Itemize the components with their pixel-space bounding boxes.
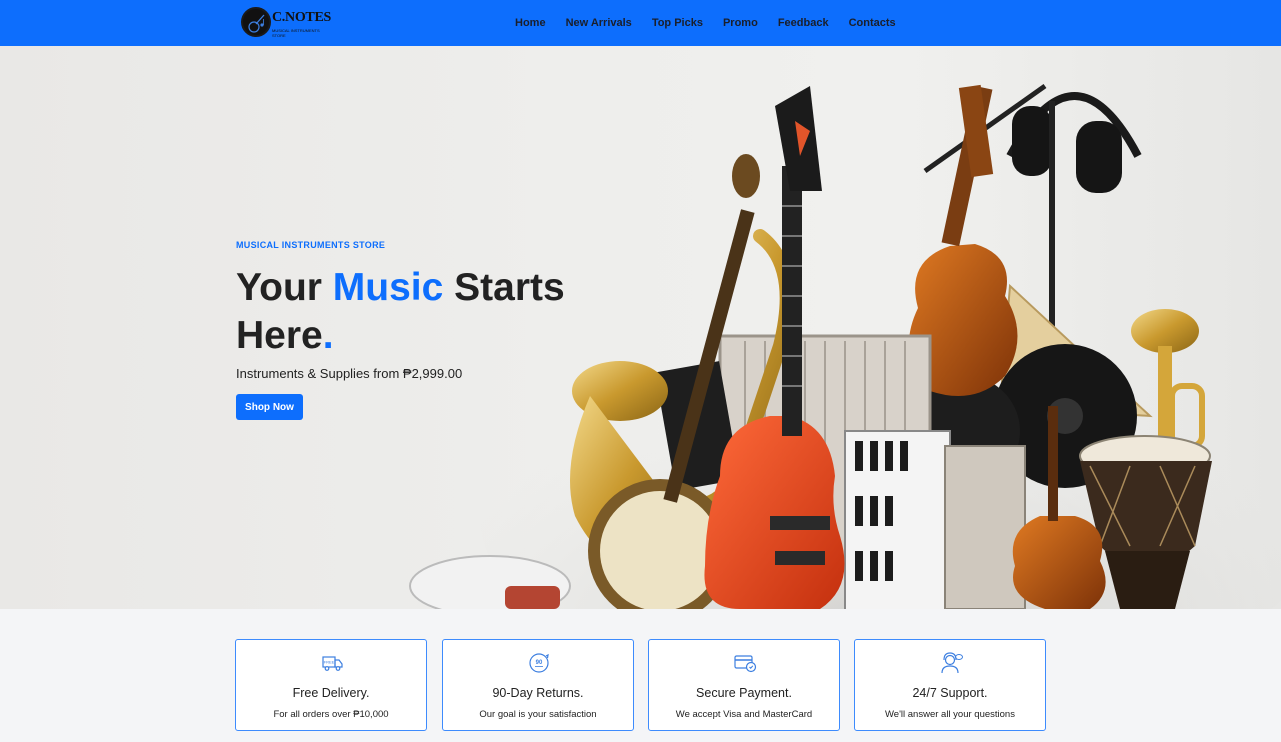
top-navbar: C.NOTES MUSICAL INSTRUMENTS STORE Home N… [0, 0, 1281, 46]
feature-title: 90-Day Returns. [492, 686, 584, 700]
support-agent-icon [941, 652, 963, 674]
feature-card-payment: Secure Payment. We accept Visa and Maste… [648, 639, 840, 731]
90-day-returns-icon: 90 [529, 653, 549, 673]
secure-payment-card-icon [734, 655, 757, 673]
hero-subtitle: Instruments & Supplies from ₱2,999.00 [236, 366, 463, 381]
hero-headline: Your Music Starts Here. [236, 264, 616, 360]
feature-card-delivery: FREE Free Delivery. For all orders over … [235, 639, 427, 731]
guitar-logo-icon [241, 7, 271, 37]
features-section: FREE Free Delivery. For all orders over … [0, 609, 1281, 742]
nav-promo[interactable]: Promo [713, 17, 768, 29]
headline-dot: . [322, 314, 334, 357]
nav-home[interactable]: Home [505, 17, 556, 29]
shop-now-button[interactable]: Shop Now [236, 394, 303, 420]
nav-contacts[interactable]: Contacts [839, 17, 906, 29]
nav-feedback[interactable]: Feedback [768, 17, 839, 29]
hero-eyebrow: MUSICAL INSTRUMENTS STORE [236, 240, 386, 250]
feature-card-returns: 90 90-Day Returns. Our goal is your sati… [442, 639, 634, 731]
main-nav: Home New Arrivals Top Picks Promo Feedba… [505, 0, 906, 46]
feature-title: Free Delivery. [292, 686, 370, 700]
feature-description: For all orders over ₱10,000 [273, 709, 389, 720]
feature-card-support: 24/7 Support. We'll answer all your ques… [854, 639, 1046, 731]
feature-title: Secure Payment. [696, 686, 792, 700]
nav-top-picks[interactable]: Top Picks [642, 17, 713, 29]
free-delivery-truck-icon: FREE [322, 656, 343, 671]
brand-tagline: MUSICAL INSTRUMENTS STORE [272, 28, 320, 38]
nav-new-arrivals[interactable]: New Arrivals [556, 17, 642, 29]
ninety-icon-text: 90 [536, 660, 543, 666]
free-icon-text: FREE [324, 660, 335, 665]
headline-accent: Music [332, 266, 444, 309]
feature-description: We accept Visa and MasterCard [675, 709, 813, 720]
headline-part1: Your [236, 266, 333, 309]
hero-banner: MUSICAL INSTRUMENTS STORE Your Music Sta… [0, 46, 1281, 609]
feature-title: 24/7 Support. [912, 686, 988, 700]
brand-logo[interactable]: C.NOTES MUSICAL INSTRUMENTS STORE [241, 6, 331, 40]
feature-description: Our goal is your satisfaction [479, 709, 597, 720]
feature-description: We'll answer all your questions [885, 709, 1015, 720]
instruments-collage-image [409, 83, 1281, 609]
brand-name: C.NOTES [272, 10, 331, 25]
